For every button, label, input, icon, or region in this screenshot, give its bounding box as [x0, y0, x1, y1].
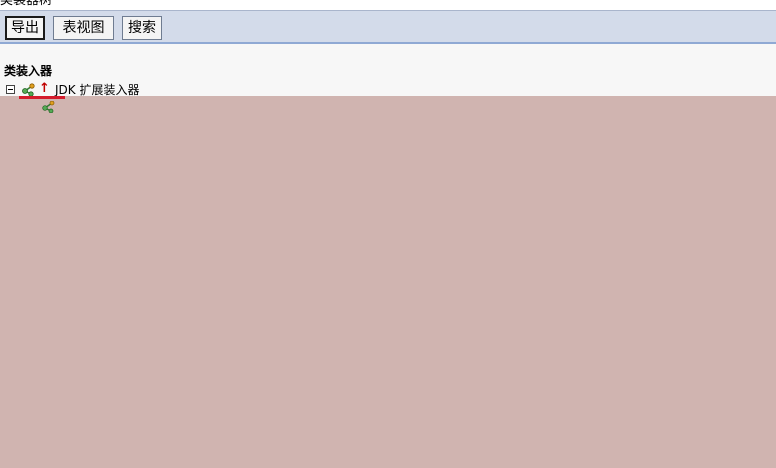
tree-node-label: JDK 扩展装入器: [55, 83, 140, 97]
export-button[interactable]: 导出: [5, 16, 45, 40]
window-title-strip: 类装器树: [0, 0, 776, 10]
collapse-toggle-icon[interactable]: [6, 85, 15, 94]
classloader-icon: [22, 83, 35, 97]
highlight-line: [19, 96, 65, 99]
overlay-mask: [0, 96, 776, 468]
toolbar: 导出 表视图 搜索: [0, 10, 776, 44]
table-view-button[interactable]: 表视图: [53, 16, 114, 40]
search-button[interactable]: 搜索: [122, 16, 162, 40]
up-arrow-icon: ↑: [39, 81, 50, 96]
window-title: 类装器树: [0, 0, 53, 8]
child-classloader-icon: [42, 101, 55, 113]
section-heading: 类装入器: [4, 64, 53, 78]
